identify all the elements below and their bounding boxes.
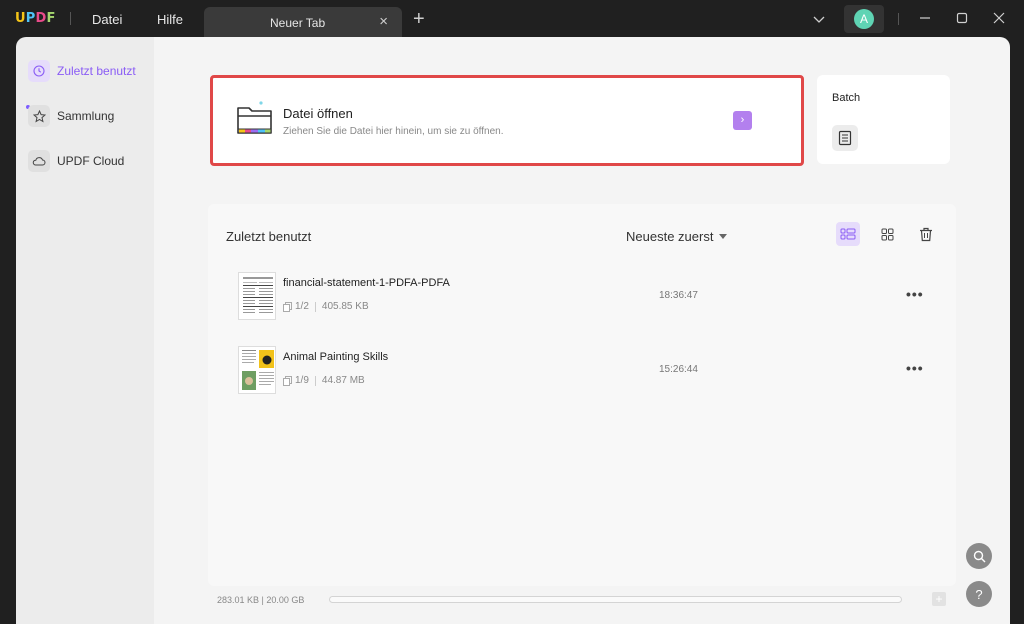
divider bbox=[314, 301, 316, 312]
pages-icon bbox=[283, 375, 292, 386]
recent-title: Zuletzt benutzt bbox=[226, 229, 312, 244]
file-meta: 1/2 405.85 KB bbox=[283, 301, 369, 312]
sort-dropdown[interactable]: Neueste zuerst bbox=[626, 229, 728, 244]
list-view-button[interactable] bbox=[836, 222, 860, 246]
more-options-icon[interactable]: ••• bbox=[906, 360, 924, 376]
close-icon[interactable]: × bbox=[379, 14, 388, 29]
list-item[interactable]: financial-statement-1-PDFA-PDFA 1/2 405.… bbox=[238, 272, 928, 328]
star-icon bbox=[28, 105, 50, 127]
sort-label: Neueste zuerst bbox=[626, 229, 714, 244]
tab-new[interactable]: Neuer Tab × bbox=[204, 7, 402, 38]
menu-help[interactable]: Hilfe bbox=[157, 12, 183, 27]
close-window-icon[interactable] bbox=[991, 10, 1007, 26]
help-button[interactable]: ? bbox=[966, 581, 992, 607]
list-view-icon bbox=[840, 228, 856, 240]
batch-documents-icon[interactable] bbox=[832, 125, 858, 151]
chevron-right-icon[interactable]: › bbox=[733, 111, 752, 130]
folder-icon bbox=[237, 101, 272, 134]
document-thumbnail bbox=[238, 272, 276, 320]
document-thumbnail bbox=[238, 346, 276, 394]
page-count: 1/2 bbox=[295, 301, 309, 312]
add-tab-icon[interactable]: + bbox=[413, 9, 425, 29]
add-storage-icon[interactable]: + bbox=[932, 592, 946, 606]
divider bbox=[314, 375, 316, 386]
file-time: 15:26:44 bbox=[659, 364, 698, 375]
list-item[interactable]: Animal Painting Skills 1/9 44.87 MB 15:2… bbox=[238, 346, 928, 402]
chevron-down-icon[interactable] bbox=[812, 12, 826, 26]
open-file-card[interactable]: Datei öffnen Ziehen Sie die Datei hier h… bbox=[210, 75, 804, 166]
file-size: 405.85 KB bbox=[321, 301, 369, 312]
delete-button[interactable] bbox=[914, 222, 938, 246]
trash-icon bbox=[920, 227, 932, 241]
caret-down-icon bbox=[719, 234, 728, 239]
more-options-icon[interactable]: ••• bbox=[906, 286, 924, 302]
clock-icon bbox=[28, 60, 50, 82]
open-file-hint: Ziehen Sie die Datei hier hinein, um sie… bbox=[283, 126, 504, 137]
app-logo: UPDF bbox=[15, 11, 56, 26]
sidebar: Zuletzt benutzt Sammlung UPDF Cloud bbox=[16, 37, 154, 624]
sidebar-item-recent[interactable]: Zuletzt benutzt bbox=[28, 56, 146, 86]
sidebar-item-label: Sammlung bbox=[57, 109, 115, 123]
file-meta: 1/9 44.87 MB bbox=[283, 375, 365, 386]
divider bbox=[70, 12, 71, 25]
batch-title: Batch bbox=[832, 92, 861, 104]
avatar: A bbox=[854, 9, 874, 29]
sidebar-item-label: Zuletzt benutzt bbox=[57, 64, 136, 78]
storage-usage: 283.01 KB | 20.00 GB bbox=[217, 595, 305, 605]
tab-title: Neuer Tab bbox=[270, 16, 326, 30]
grid-view-icon bbox=[881, 228, 893, 240]
page-count: 1/9 bbox=[295, 375, 309, 386]
recent-files-panel: Zuletzt benutzt Neueste zuerst financial… bbox=[208, 204, 956, 586]
divider bbox=[898, 13, 899, 25]
storage-bar bbox=[329, 596, 902, 603]
menu-file[interactable]: Datei bbox=[92, 12, 122, 27]
search-icon bbox=[973, 550, 985, 562]
file-size: 44.87 MB bbox=[321, 375, 365, 386]
account-button[interactable]: A bbox=[844, 5, 884, 33]
main-content: Datei öffnen Ziehen Sie die Datei hier h… bbox=[154, 37, 1010, 624]
open-file-title: Datei öffnen bbox=[283, 106, 353, 121]
cloud-icon bbox=[28, 150, 50, 172]
maximize-icon[interactable] bbox=[954, 10, 970, 26]
file-name: financial-statement-1-PDFA-PDFA bbox=[283, 277, 450, 289]
file-time: 18:36:47 bbox=[659, 290, 698, 301]
sidebar-item-collection[interactable]: Sammlung bbox=[28, 101, 146, 131]
file-name: Animal Painting Skills bbox=[283, 351, 389, 363]
minimize-icon[interactable] bbox=[917, 10, 933, 26]
sidebar-item-label: UPDF Cloud bbox=[57, 154, 125, 168]
help-icon: ? bbox=[975, 586, 983, 602]
pages-icon bbox=[283, 301, 292, 312]
title-bar: UPDF Datei Hilfe Neuer Tab × + A bbox=[0, 0, 1024, 38]
batch-card[interactable]: Batch bbox=[817, 75, 950, 164]
search-button[interactable] bbox=[966, 543, 992, 569]
sidebar-item-cloud[interactable]: UPDF Cloud bbox=[28, 146, 146, 176]
grid-view-button[interactable] bbox=[875, 222, 899, 246]
